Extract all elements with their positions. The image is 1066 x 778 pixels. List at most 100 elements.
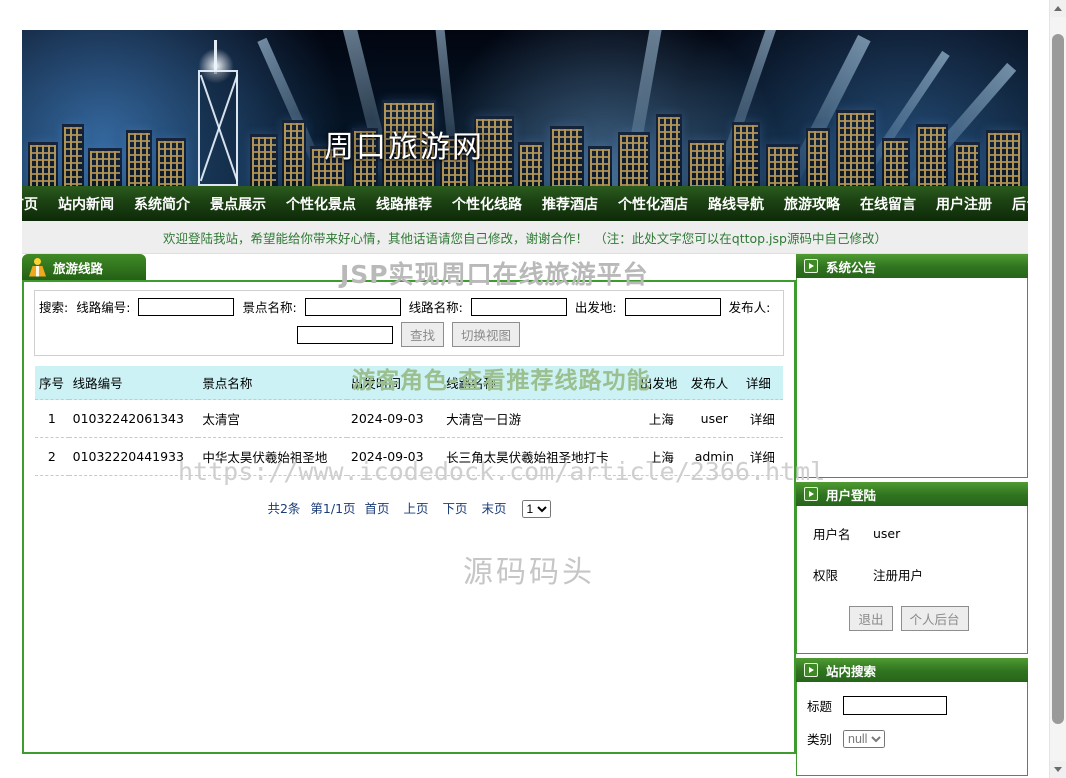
nav-item-route-nav[interactable]: 路线导航 — [698, 194, 774, 214]
search-title-label: 标题 — [807, 696, 843, 715]
main-content-column: 旅游线路 搜索: 线路编号: 景点名称: 线路名称: 出发地 — [22, 254, 796, 754]
bank-tower — [192, 38, 240, 186]
cell-index: 1 — [35, 400, 69, 438]
first-page-link[interactable]: 首页 — [365, 501, 390, 516]
search-title-row: 标题 — [797, 696, 1027, 715]
cell-code: 01032220441933 — [69, 438, 199, 476]
departure-label: 出发地: — [575, 297, 617, 316]
cell-index: 2 — [35, 438, 69, 476]
col-publisher: 发布人 — [687, 366, 742, 400]
role-value: 注册用户 — [873, 565, 923, 584]
switch-view-button[interactable]: 切换视图 — [452, 322, 520, 347]
scroll-down-arrow-icon[interactable] — [1050, 761, 1066, 778]
login-actions: 退出 个人后台 — [797, 606, 1027, 631]
spot-name-input[interactable] — [305, 298, 401, 316]
building — [618, 132, 650, 186]
site-search-panel-header: 站内搜索 — [796, 658, 1028, 682]
building — [916, 124, 948, 186]
detail-link[interactable]: 详细 — [742, 400, 783, 438]
building — [550, 126, 584, 186]
find-button[interactable]: 查找 — [401, 322, 444, 347]
city-skyline — [22, 68, 1028, 186]
search-title-input[interactable] — [843, 696, 947, 715]
col-index: 序号 — [35, 366, 69, 400]
building — [126, 130, 152, 186]
search-category-label: 类别 — [807, 729, 843, 748]
building — [766, 144, 800, 186]
detail-link[interactable]: 详细 — [742, 438, 783, 476]
site-search-panel: 站内搜索 标题 类别 null — [796, 658, 1028, 776]
nav-item-site-news[interactable]: 站内新闻 — [48, 194, 124, 214]
search-row: 搜索: 线路编号: 景点名称: 线路名称: 出发地: 发布人: 查找 — [39, 297, 779, 347]
table-row: 1 01032242061343 太清宫 2024-09-03 大清宫一日游 上… — [35, 400, 783, 438]
publisher-input[interactable] — [297, 326, 393, 344]
building — [588, 146, 612, 186]
site-container: 周口旅游网 首页 站内新闻 系统简介 景点展示 个性化景点 线路推荐 个性化线路… — [22, 30, 1028, 778]
site-search-panel-title: 站内搜索 — [826, 661, 876, 680]
login-panel: 用户登陆 用户名 user 权限 注册用户 退出 个人后台 — [796, 482, 1028, 654]
notice-panel-body — [796, 278, 1028, 478]
nav-item-attractions[interactable]: 景点展示 — [200, 194, 276, 214]
search-category-row: 类别 null — [797, 729, 1027, 748]
next-page-link[interactable]: 下页 — [443, 501, 468, 516]
building — [282, 120, 306, 186]
tower-body — [198, 70, 238, 186]
nav-item-recommend-hotel[interactable]: 推荐酒店 — [532, 194, 608, 214]
search-prefix-label: 搜索: — [39, 297, 68, 316]
nav-item-admin[interactable]: 后台 — [1002, 194, 1050, 214]
page-select[interactable]: 1 — [522, 500, 551, 518]
building — [250, 134, 278, 186]
arrow-right-icon — [804, 259, 818, 273]
nav-item-home[interactable]: 首页 — [0, 194, 48, 214]
building — [28, 142, 58, 186]
building — [88, 148, 122, 186]
route-name-input[interactable] — [471, 298, 567, 316]
cell-line: 大清宫一日游 — [442, 400, 636, 438]
sidebar-column: 系统公告 用户登陆 用户名 user 权 — [796, 254, 1028, 778]
notice-panel-title: 系统公告 — [826, 257, 876, 276]
routes-table-head: 序号 线路编号 景点名称 出发时间 线路名称 出发地 发布人 详细 — [35, 366, 783, 400]
login-panel-header: 用户登陆 — [796, 482, 1028, 506]
prev-page-link[interactable]: 上页 — [404, 501, 429, 516]
route-name-label: 线路名称: — [409, 297, 463, 316]
nav-item-message-board[interactable]: 在线留言 — [850, 194, 926, 214]
nav-item-system-intro[interactable]: 系统简介 — [124, 194, 200, 214]
nav-item-custom-spots[interactable]: 个性化景点 — [276, 194, 366, 214]
building — [732, 122, 760, 186]
cell-from: 上海 — [636, 438, 687, 476]
username-row: 用户名 user — [797, 524, 1027, 543]
cell-publisher: user — [687, 400, 742, 438]
last-page-link[interactable]: 末页 — [482, 501, 507, 516]
building — [986, 130, 1022, 186]
site-search-panel-body: 标题 类别 null — [796, 682, 1028, 776]
welcome-text: 欢迎登陆我站，希望能给你带来好心情，其他话语请您自己修改，谢谢合作！ （注：此处… — [163, 228, 887, 247]
cell-date: 2024-09-03 — [347, 438, 442, 476]
page-info: 第1/1页 — [310, 501, 355, 516]
search-category-select[interactable]: null — [843, 730, 885, 748]
nav-item-travel-guide[interactable]: 旅游攻略 — [774, 194, 850, 214]
cell-line: 长三角太昊伏羲始祖圣地打卡 — [442, 438, 636, 476]
arrow-right-icon — [804, 663, 818, 677]
nav-item-register[interactable]: 用户注册 — [926, 194, 1002, 214]
scrollbar-thumb[interactable] — [1052, 34, 1064, 724]
routes-table: 序号 线路编号 景点名称 出发时间 线路名称 出发地 发布人 详细 — [35, 366, 783, 476]
tab-travel-routes[interactable]: 旅游线路 — [22, 254, 146, 280]
col-spot: 景点名称 — [198, 366, 347, 400]
departure-input[interactable] — [625, 298, 721, 316]
publisher-label: 发布人: — [729, 297, 771, 316]
building — [882, 138, 910, 186]
building — [518, 142, 544, 186]
building — [836, 110, 876, 186]
username-value: user — [873, 526, 900, 541]
pagination: 共2条 第1/1页 首页 上页 下页 末页 1 — [24, 498, 794, 518]
building — [156, 138, 186, 186]
notice-panel-header: 系统公告 — [796, 254, 1028, 278]
scroll-up-arrow-icon[interactable] — [1050, 0, 1066, 17]
browser-scrollbar[interactable] — [1049, 0, 1066, 778]
route-code-input[interactable] — [138, 298, 234, 316]
logout-button[interactable]: 退出 — [849, 606, 892, 631]
nav-item-custom-routes[interactable]: 个性化线路 — [442, 194, 532, 214]
nav-item-custom-hotel[interactable]: 个性化酒店 — [608, 194, 698, 214]
nav-item-route-recommend[interactable]: 线路推荐 — [366, 194, 442, 214]
user-console-button[interactable]: 个人后台 — [901, 606, 969, 631]
